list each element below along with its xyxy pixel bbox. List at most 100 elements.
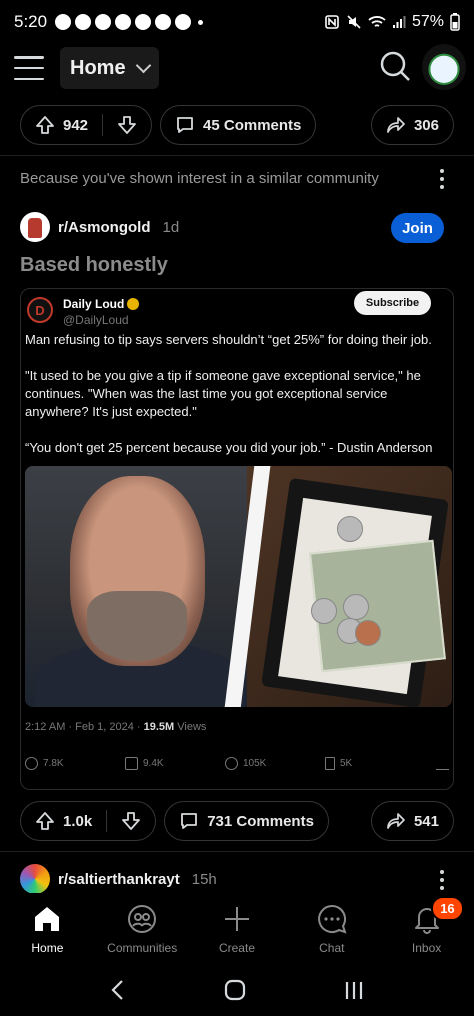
game-icon xyxy=(175,14,192,30)
comments-label: 731 Comments xyxy=(207,812,314,830)
tweet-likes: 105K xyxy=(243,758,267,769)
system-navigation xyxy=(0,963,474,1016)
feed-divider xyxy=(0,155,474,156)
downvote-icon[interactable] xyxy=(117,115,137,135)
vote-control: 942 xyxy=(20,105,153,145)
snapchat-icon xyxy=(95,14,112,30)
tweet-photo xyxy=(25,466,452,707)
signal-icon xyxy=(392,16,406,28)
upvote-icon[interactable] xyxy=(35,115,55,135)
vote-count: 1.0k xyxy=(63,812,93,830)
nav-inbox[interactable]: Inbox 16 xyxy=(379,893,474,963)
repost-icon xyxy=(125,757,138,770)
post-options-icon[interactable] xyxy=(440,870,444,894)
tweet-author-handle: @DailyLoud xyxy=(63,313,129,327)
nav-communities[interactable]: Communities xyxy=(95,893,190,963)
nav-home-label: Home xyxy=(31,941,64,955)
snapchat-icon xyxy=(55,14,72,30)
tweet-author-name: Daily Loud xyxy=(63,297,125,311)
post-actions-row: 1.0k 731 Comments 541 xyxy=(20,801,454,841)
app-bar: Home xyxy=(0,44,474,92)
share-count: 306 xyxy=(413,116,439,134)
verified-badge-icon xyxy=(127,298,140,310)
bottom-navigation: Home Communities Create Chat Inbox 16 xyxy=(0,893,474,963)
share-button[interactable]: 541 xyxy=(370,801,454,841)
tweet-paragraph: “You don't get 25 percent because you di… xyxy=(25,440,433,455)
post-actions-row: 942 45 Comments 306 xyxy=(20,105,454,145)
share-icon xyxy=(387,813,405,829)
subreddit-avatar[interactable] xyxy=(20,864,50,894)
search-icon[interactable] xyxy=(379,50,411,82)
status-bar: 5:20 57% xyxy=(0,0,474,44)
tweet-views-count: 19.5M xyxy=(143,721,175,733)
nav-create-label: Create xyxy=(218,941,255,955)
nav-chat[interactable]: Chat xyxy=(284,893,379,963)
post-title[interactable]: Based honestly xyxy=(20,254,168,277)
comments-button[interactable]: 45 Comments xyxy=(160,105,317,145)
battery-icon xyxy=(450,13,460,31)
nav-create[interactable]: Create xyxy=(190,893,285,963)
user-avatar[interactable] xyxy=(422,44,466,90)
menu-icon[interactable] xyxy=(14,56,44,80)
share-count: 541 xyxy=(413,812,439,830)
post-header: r/Asmongold 1d xyxy=(20,212,179,242)
communities-icon xyxy=(128,905,157,933)
notification-icons xyxy=(55,14,204,30)
tweet-text: Man refusing to tip says servers shouldn… xyxy=(25,331,445,475)
tweet-subscribe-button: Subscribe xyxy=(354,291,431,315)
inbox-badge: 16 xyxy=(431,896,464,921)
subreddit-name[interactable]: r/saltierthankrayt xyxy=(58,871,180,888)
mute-icon xyxy=(347,15,361,29)
tweet-stats: 7.8K 9.4K 105K 5K xyxy=(25,757,449,770)
chat-icon xyxy=(317,904,347,934)
tweet-meta: 2:12 AM · Feb 1, 2024 · 19.5M Views xyxy=(25,721,206,733)
tweet-paragraph: Man refusing to tip says servers shouldn… xyxy=(25,332,432,347)
comments-label: 45 Comments xyxy=(203,116,302,134)
tweet-reposts: 9.4K xyxy=(143,758,164,769)
upvote-icon[interactable] xyxy=(35,811,55,831)
share-button[interactable]: 306 xyxy=(370,105,454,145)
tweet-paragraph: "It used to be you give a tip if someone… xyxy=(25,368,421,419)
vote-count: 942 xyxy=(63,116,89,134)
post-age: 15h xyxy=(191,870,217,888)
tweet-bookmarks: 5K xyxy=(340,758,353,769)
nav-chat-label: Chat xyxy=(319,941,345,955)
back-icon[interactable] xyxy=(108,978,128,1002)
feed-selector[interactable]: Home xyxy=(60,47,159,89)
plus-icon xyxy=(224,907,249,931)
post-age: 1d xyxy=(162,218,180,236)
nfc-icon xyxy=(325,15,339,29)
snapchat-icon xyxy=(115,14,132,30)
nav-inbox-label: Inbox xyxy=(411,941,442,955)
daily-loud-logo: D xyxy=(27,297,53,323)
recents-icon[interactable] xyxy=(342,978,366,1002)
post-options-icon[interactable] xyxy=(440,169,444,193)
nav-home[interactable]: Home xyxy=(0,893,95,963)
tweet-timestamp: 2:12 AM · Feb 1, 2024 · xyxy=(25,721,144,733)
tweet-replies: 7.8K xyxy=(43,758,64,769)
tweet-share-icon xyxy=(436,757,449,770)
share-icon xyxy=(387,117,405,133)
subreddit-avatar[interactable] xyxy=(20,212,50,242)
downvote-icon[interactable] xyxy=(121,811,141,831)
tweet-header: D Daily Loud @DailyLoud xyxy=(27,297,140,327)
battery-percent: 57% xyxy=(411,13,444,30)
more-notifications-dot xyxy=(198,19,204,25)
home-icon xyxy=(35,907,60,931)
messenger-icon xyxy=(135,14,152,30)
join-button[interactable]: Join xyxy=(391,213,444,243)
chevron-down-icon xyxy=(135,57,151,74)
comments-button[interactable]: 731 Comments xyxy=(164,801,329,841)
status-time: 5:20 xyxy=(14,12,48,31)
comment-icon xyxy=(181,813,198,829)
post-header: r/saltierthankrayt 15h xyxy=(20,864,217,894)
bookmark-icon xyxy=(325,757,335,770)
discord-icon xyxy=(155,14,172,30)
tweet-views-label: Views xyxy=(174,721,207,733)
feed-divider xyxy=(0,851,474,852)
feed-selector-label: Home xyxy=(70,56,126,79)
nav-communities-label: Communities xyxy=(107,941,178,955)
post-media[interactable]: D Daily Loud @DailyLoud Subscribe Man re… xyxy=(20,288,454,790)
home-button-icon[interactable] xyxy=(223,978,247,1002)
subreddit-name[interactable]: r/Asmongold xyxy=(58,219,151,236)
